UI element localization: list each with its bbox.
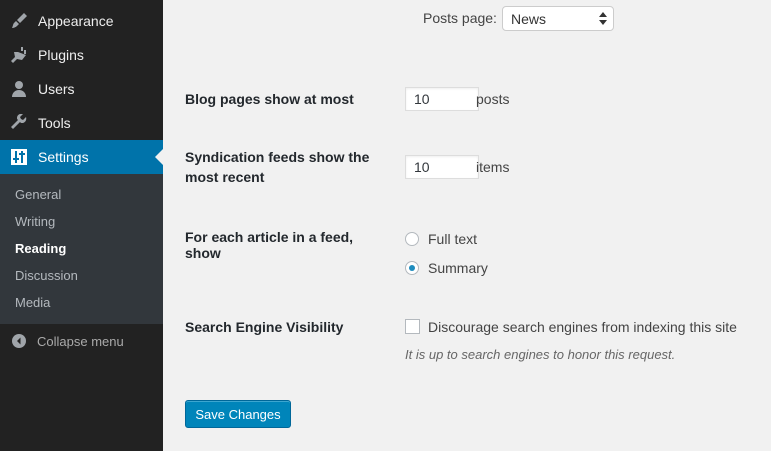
settings-submenu: General Writing Reading Discussion Media (0, 174, 163, 324)
sidebar-item-appearance[interactable]: Appearance (0, 4, 163, 38)
submenu-item-general[interactable]: General (15, 187, 61, 202)
collapse-menu-label: Collapse menu (37, 333, 124, 349)
submenu-item-discussion[interactable]: Discussion (15, 268, 78, 283)
syndication-label-line1: Syndication feeds show the (185, 149, 370, 165)
radio-full-text-label[interactable]: Full text (428, 229, 477, 249)
sidebar-item-tools[interactable]: Tools (0, 106, 163, 140)
sidebar-item-label: Settings (38, 149, 89, 165)
sidebar-item-plugins[interactable]: Plugins (0, 38, 163, 72)
collapse-menu-button[interactable]: Collapse menu (0, 329, 163, 353)
submenu-item-writing[interactable]: Writing (15, 214, 55, 229)
syndication-input[interactable] (405, 155, 479, 179)
sidebar-item-label: Tools (38, 115, 71, 131)
submenu-item-reading[interactable]: Reading (15, 241, 66, 256)
paintbrush-icon (0, 12, 38, 30)
settings-sliders-icon (0, 149, 38, 165)
user-icon (0, 80, 38, 98)
sidebar-item-label: Users (38, 81, 75, 97)
admin-sidebar: Appearance Plugins Users Tools Settings … (0, 0, 163, 451)
submenu-item-media[interactable]: Media (15, 295, 50, 310)
feed-article-label-line2: show (185, 245, 221, 261)
collapse-arrow-icon (0, 334, 37, 348)
discourage-search-checkbox[interactable] (405, 319, 420, 334)
plugin-icon (0, 46, 38, 64)
active-indicator-arrow (155, 149, 163, 165)
sidebar-item-settings[interactable]: Settings (0, 140, 163, 174)
wrench-icon (0, 114, 38, 132)
search-visibility-description: It is up to search engines to honor this… (405, 347, 676, 362)
search-visibility-label: Search Engine Visibility (185, 319, 344, 335)
syndication-unit: items (476, 159, 510, 175)
radio-full-text[interactable] (405, 232, 419, 246)
blog-pages-label: Blog pages show at most (185, 91, 354, 107)
syndication-label-line2: most recent (185, 169, 265, 185)
blog-pages-unit: posts (476, 91, 510, 107)
posts-page-select[interactable]: News (502, 6, 614, 31)
blog-pages-input[interactable] (405, 87, 479, 111)
discourage-search-label[interactable]: Discourage search engines from indexing … (428, 317, 737, 337)
select-arrows-icon (599, 12, 607, 28)
posts-page-value: News (511, 10, 547, 27)
sidebar-item-users[interactable]: Users (0, 72, 163, 106)
radio-summary[interactable] (405, 261, 419, 275)
posts-page-label: Posts page: (423, 10, 497, 26)
radio-summary-label[interactable]: Summary (428, 258, 488, 278)
sidebar-item-label: Appearance (38, 13, 114, 29)
sidebar-item-label: Plugins (38, 47, 84, 63)
save-changes-button[interactable]: Save Changes (185, 400, 291, 428)
